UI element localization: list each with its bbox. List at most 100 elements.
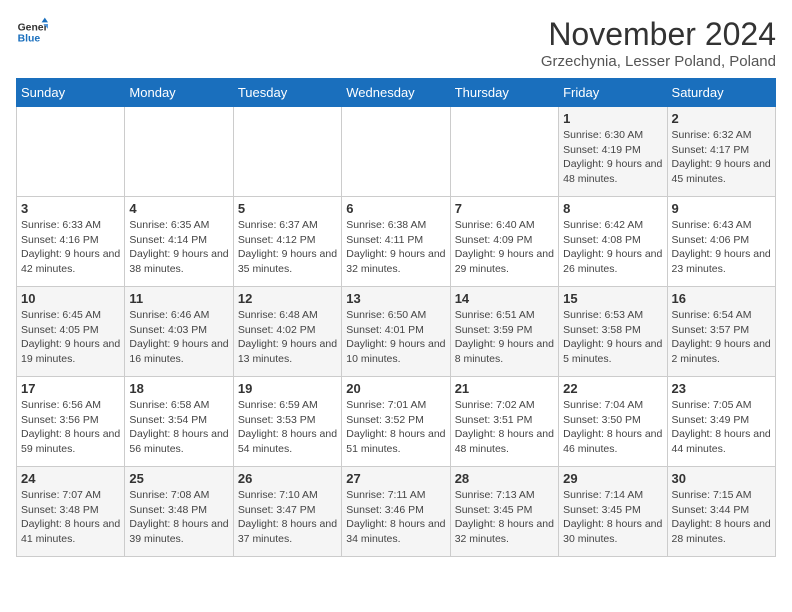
day-info: Sunrise: 7:04 AM Sunset: 3:50 PM Dayligh…: [563, 398, 662, 457]
calendar-cell: 12Sunrise: 6:48 AM Sunset: 4:02 PM Dayli…: [233, 287, 341, 377]
day-number: 24: [21, 471, 120, 486]
calendar-cell: 23 Sunrise: 7:05 AM Sunset: 3:49 PM Dayli…: [667, 377, 775, 467]
day-info: Sunrise: 7:14 AM Sunset: 3:45 PM Dayligh…: [563, 488, 662, 547]
day-number: 16: [672, 291, 771, 306]
calendar-cell: 29 Sunrise: 7:14 AM Sunset: 3:45 PM Dayli…: [559, 467, 667, 557]
calendar-cell: 19Sunrise: 6:59 AM Sunset: 3:53 PM Dayli…: [233, 377, 341, 467]
day-number: 8: [563, 201, 662, 216]
calendar-cell: 15 Sunrise: 6:53 AM Sunset: 3:58 PM Dayli…: [559, 287, 667, 377]
day-info: Sunrise: 6:56 AM Sunset: 3:56 PM Dayligh…: [21, 398, 120, 457]
calendar-cell: 26 Sunrise: 7:10 AM Sunset: 3:47 PM Dayli…: [233, 467, 341, 557]
day-info: Sunrise: 6:32 AM Sunset: 4:17 PM Dayligh…: [672, 128, 771, 187]
day-number: 14: [455, 291, 554, 306]
day-number: 3: [21, 201, 120, 216]
week-row-1: 1 Sunrise: 6:30 AM Sunset: 4:19 PM Daylig…: [17, 107, 776, 197]
logo: General Blue: [16, 16, 48, 48]
calendar-cell: 3 Sunrise: 6:33 AM Sunset: 4:16 PM Daylig…: [17, 197, 125, 287]
day-info: Sunrise: 6:58 AM Sunset: 3:54 PM Dayligh…: [129, 398, 228, 457]
calendar-table: SundayMondayTuesdayWednesdayThursdayFrid…: [16, 78, 776, 557]
week-row-5: 24 Sunrise: 7:07 AM Sunset: 3:48 PM Dayli…: [17, 467, 776, 557]
calendar-cell: 22 Sunrise: 7:04 AM Sunset: 3:50 PM Dayli…: [559, 377, 667, 467]
day-number: 25: [129, 471, 228, 486]
weekday-header-wednesday: Wednesday: [342, 79, 450, 107]
calendar-cell: 1 Sunrise: 6:30 AM Sunset: 4:19 PM Daylig…: [559, 107, 667, 197]
weekday-header-friday: Friday: [559, 79, 667, 107]
day-number: 28: [455, 471, 554, 486]
month-title: November 2024: [541, 16, 776, 53]
svg-text:Blue: Blue: [18, 34, 41, 45]
calendar-cell: 14Sunrise: 6:51 AM Sunset: 3:59 PM Dayli…: [450, 287, 558, 377]
calendar-cell: 17 Sunrise: 6:56 AM Sunset: 3:56 PM Dayli…: [17, 377, 125, 467]
calendar-cell: [342, 107, 450, 197]
calendar-cell: 8Sunrise: 6:42 AM Sunset: 4:08 PM Daylig…: [559, 197, 667, 287]
title-area: November 2024 Grzechynia, Lesser Poland,…: [541, 16, 776, 70]
weekday-header-sunday: Sunday: [17, 79, 125, 107]
weekday-header-thursday: Thursday: [450, 79, 558, 107]
day-number: 22: [563, 381, 662, 396]
weekday-header-saturday: Saturday: [667, 79, 775, 107]
weekday-header-tuesday: Tuesday: [233, 79, 341, 107]
calendar-cell: 16 Sunrise: 6:54 AM Sunset: 3:57 PM Dayli…: [667, 287, 775, 377]
subtitle: Grzechynia, Lesser Poland, Poland: [541, 53, 776, 70]
day-info: Sunrise: 6:59 AM Sunset: 3:53 PM Dayligh…: [238, 398, 337, 457]
calendar-cell: 2 Sunrise: 6:32 AM Sunset: 4:17 PM Daylig…: [667, 107, 775, 197]
calendar-cell: 28 Sunrise: 7:13 AM Sunset: 3:45 PM Dayli…: [450, 467, 558, 557]
calendar-cell: 4 Sunrise: 6:35 AM Sunset: 4:14 PM Daylig…: [125, 197, 233, 287]
day-info: Sunrise: 6:38 AM Sunset: 4:11 PM Dayligh…: [346, 218, 445, 277]
day-number: 27: [346, 471, 445, 486]
day-number: 6: [346, 201, 445, 216]
weekday-header-row: SundayMondayTuesdayWednesdayThursdayFrid…: [17, 79, 776, 107]
day-number: 7: [455, 201, 554, 216]
calendar-cell: 11 Sunrise: 6:46 AM Sunset: 4:03 PM Dayli…: [125, 287, 233, 377]
calendar-cell: 24 Sunrise: 7:07 AM Sunset: 3:48 PM Dayli…: [17, 467, 125, 557]
day-info: Sunrise: 7:11 AM Sunset: 3:46 PM Dayligh…: [346, 488, 445, 547]
day-info: Sunrise: 6:45 AM Sunset: 4:05 PM Dayligh…: [21, 308, 120, 367]
day-number: 2: [672, 111, 771, 126]
header: General Blue November 2024 Grzechynia, L…: [16, 16, 776, 70]
day-info: Sunrise: 7:07 AM Sunset: 3:48 PM Dayligh…: [21, 488, 120, 547]
day-info: Sunrise: 7:13 AM Sunset: 3:45 PM Dayligh…: [455, 488, 554, 547]
day-info: Sunrise: 6:40 AM Sunset: 4:09 PM Dayligh…: [455, 218, 554, 277]
day-number: 9: [672, 201, 771, 216]
calendar-cell: [125, 107, 233, 197]
calendar-cell: 18 Sunrise: 6:58 AM Sunset: 3:54 PM Dayli…: [125, 377, 233, 467]
calendar-cell: 7 Sunrise: 6:40 AM Sunset: 4:09 PM Daylig…: [450, 197, 558, 287]
calendar-cell: [233, 107, 341, 197]
day-info: Sunrise: 6:37 AM Sunset: 4:12 PM Dayligh…: [238, 218, 337, 277]
day-number: 23: [672, 381, 771, 396]
day-info: Sunrise: 6:46 AM Sunset: 4:03 PM Dayligh…: [129, 308, 228, 367]
day-info: Sunrise: 6:50 AM Sunset: 4:01 PM Dayligh…: [346, 308, 445, 367]
day-info: Sunrise: 6:54 AM Sunset: 3:57 PM Dayligh…: [672, 308, 771, 367]
calendar-cell: 21Sunrise: 7:02 AM Sunset: 3:51 PM Dayli…: [450, 377, 558, 467]
week-row-3: 10 Sunrise: 6:45 AM Sunset: 4:05 PM Dayli…: [17, 287, 776, 377]
day-number: 18: [129, 381, 228, 396]
week-row-2: 3 Sunrise: 6:33 AM Sunset: 4:16 PM Daylig…: [17, 197, 776, 287]
day-number: 11: [129, 291, 228, 306]
day-info: Sunrise: 7:10 AM Sunset: 3:47 PM Dayligh…: [238, 488, 337, 547]
day-info: Sunrise: 6:33 AM Sunset: 4:16 PM Dayligh…: [21, 218, 120, 277]
day-number: 5: [238, 201, 337, 216]
calendar-cell: 9 Sunrise: 6:43 AM Sunset: 4:06 PM Daylig…: [667, 197, 775, 287]
day-number: 17: [21, 381, 120, 396]
day-number: 1: [563, 111, 662, 126]
day-number: 13: [346, 291, 445, 306]
day-info: Sunrise: 7:01 AM Sunset: 3:52 PM Dayligh…: [346, 398, 445, 457]
calendar-cell: 13 Sunrise: 6:50 AM Sunset: 4:01 PM Dayli…: [342, 287, 450, 377]
day-number: 15: [563, 291, 662, 306]
calendar-cell: [17, 107, 125, 197]
day-info: Sunrise: 6:30 AM Sunset: 4:19 PM Dayligh…: [563, 128, 662, 187]
day-number: 10: [21, 291, 120, 306]
day-info: Sunrise: 7:05 AM Sunset: 3:49 PM Dayligh…: [672, 398, 771, 457]
day-info: Sunrise: 6:53 AM Sunset: 3:58 PM Dayligh…: [563, 308, 662, 367]
calendar-cell: 30 Sunrise: 7:15 AM Sunset: 3:44 PM Dayli…: [667, 467, 775, 557]
day-info: Sunrise: 6:35 AM Sunset: 4:14 PM Dayligh…: [129, 218, 228, 277]
day-info: Sunrise: 6:48 AM Sunset: 4:02 PM Dayligh…: [238, 308, 337, 367]
day-number: 26: [238, 471, 337, 486]
day-number: 4: [129, 201, 228, 216]
day-info: Sunrise: 6:43 AM Sunset: 4:06 PM Dayligh…: [672, 218, 771, 277]
day-info: Sunrise: 7:08 AM Sunset: 3:48 PM Dayligh…: [129, 488, 228, 547]
day-number: 29: [563, 471, 662, 486]
day-number: 30: [672, 471, 771, 486]
calendar-cell: 20Sunrise: 7:01 AM Sunset: 3:52 PM Dayli…: [342, 377, 450, 467]
day-info: Sunrise: 7:15 AM Sunset: 3:44 PM Dayligh…: [672, 488, 771, 547]
